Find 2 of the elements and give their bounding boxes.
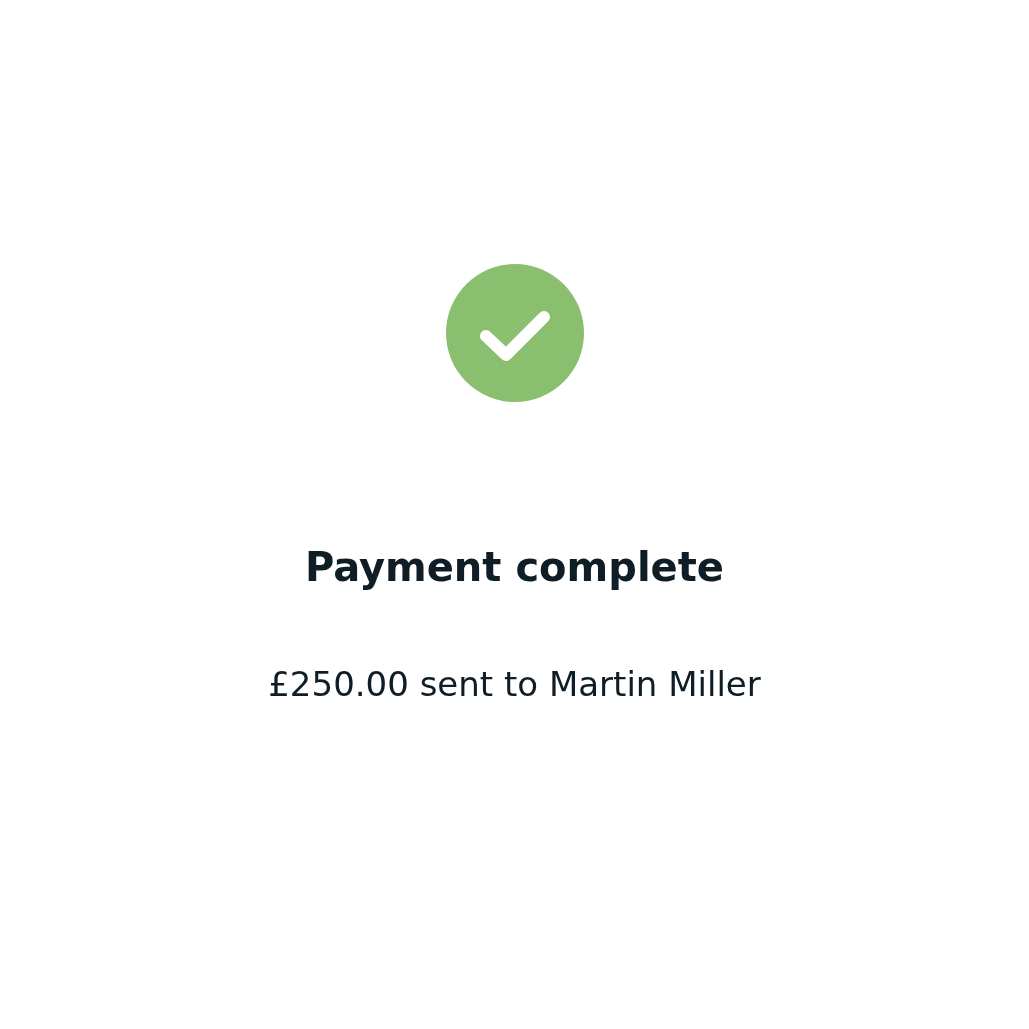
payment-message: £250.00 sent to Martin Miller — [268, 663, 761, 706]
title: Payment complete — [305, 543, 724, 592]
